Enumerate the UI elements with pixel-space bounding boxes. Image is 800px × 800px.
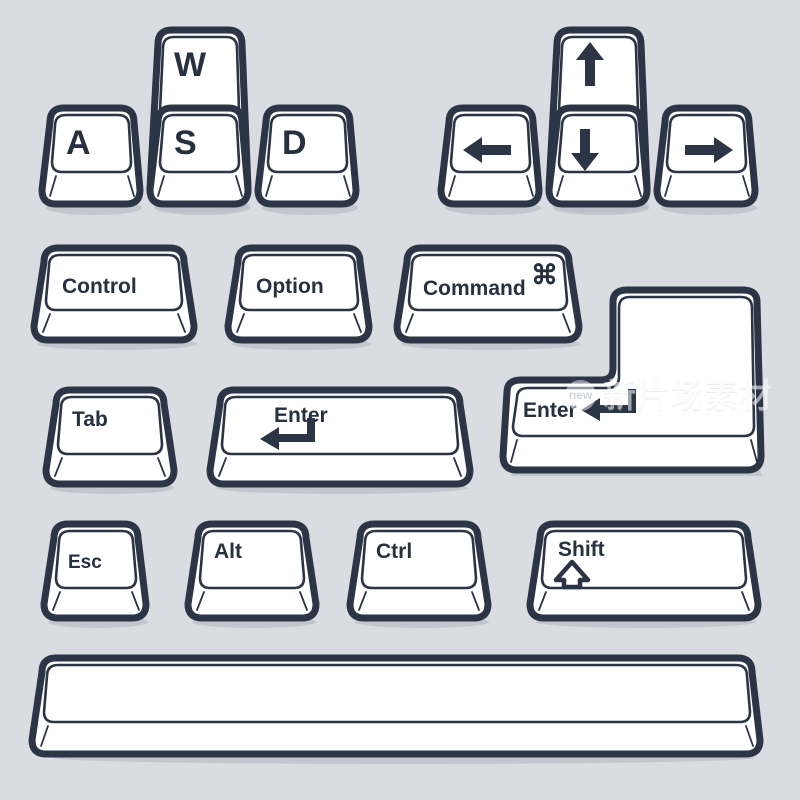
- key-enter-big-label: Enter: [523, 399, 577, 422]
- key-esc[interactable]: Esc: [36, 518, 156, 630]
- key-d-label: D: [282, 124, 307, 162]
- key-alt[interactable]: Alt: [178, 518, 326, 630]
- key-arrow-down[interactable]: [543, 102, 655, 217]
- key-w-label: W: [174, 46, 207, 84]
- keyboard-key-illustration: W A S D Control Option Command ⌘ Enter T…: [0, 0, 800, 800]
- key-ctrl[interactable]: Ctrl: [340, 518, 498, 630]
- key-control[interactable]: Control: [22, 242, 204, 352]
- key-enter-big[interactable]: Enter: [495, 284, 775, 484]
- key-enter-wide[interactable]: Enter: [198, 384, 480, 496]
- key-shift-label: Shift: [558, 538, 605, 561]
- key-enter-wide-label: Enter: [274, 404, 328, 427]
- key-a[interactable]: A: [36, 102, 148, 217]
- key-ctrl-label: Ctrl: [376, 540, 412, 563]
- key-tab-label: Tab: [72, 408, 108, 431]
- key-arrow-right[interactable]: [651, 102, 763, 217]
- key-s[interactable]: S: [144, 102, 256, 217]
- key-tab[interactable]: Tab: [36, 384, 184, 496]
- key-d[interactable]: D: [252, 102, 364, 217]
- key-s-label: S: [174, 124, 197, 162]
- key-alt-label: Alt: [214, 540, 242, 563]
- key-space[interactable]: [8, 650, 788, 770]
- key-shift[interactable]: Shift: [518, 518, 768, 630]
- key-option-label: Option: [256, 275, 324, 298]
- key-esc-label: Esc: [68, 552, 102, 573]
- key-a-label: A: [66, 124, 91, 162]
- key-option[interactable]: Option: [218, 242, 378, 352]
- key-control-label: Control: [62, 275, 137, 298]
- key-arrow-left[interactable]: [435, 102, 547, 217]
